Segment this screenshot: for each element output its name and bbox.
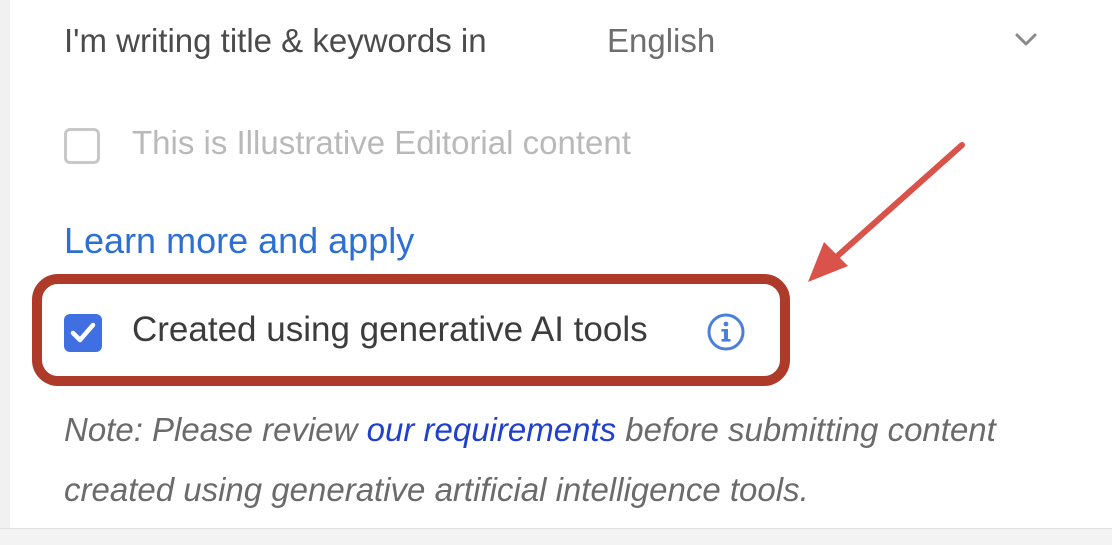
language-select[interactable]: English — [590, 14, 1050, 74]
editorial-checkbox-label: This is Illustrative Editorial content — [132, 124, 631, 161]
info-icon[interactable] — [706, 312, 746, 352]
note-prefix: Note: Please review — [64, 411, 367, 448]
chevron-down-icon — [1015, 33, 1037, 46]
language-select-value: English — [607, 22, 716, 59]
genai-note: Note: Please review our requirements bef… — [64, 400, 1064, 520]
genai-checkbox[interactable] — [64, 314, 102, 352]
checkmark-icon — [70, 322, 96, 343]
panel-bottom-divider — [0, 528, 1112, 545]
language-label: I'm writing title & keywords in — [64, 22, 487, 59]
learn-more-link[interactable]: Learn more and apply — [64, 220, 414, 262]
panel-left-edge — [0, 0, 10, 528]
arrow-annotation — [808, 142, 965, 282]
editorial-checkbox[interactable] — [64, 128, 100, 164]
genai-checkbox-label: Created using generative AI tools — [132, 310, 648, 349]
requirements-link[interactable]: our requirements — [367, 411, 616, 448]
